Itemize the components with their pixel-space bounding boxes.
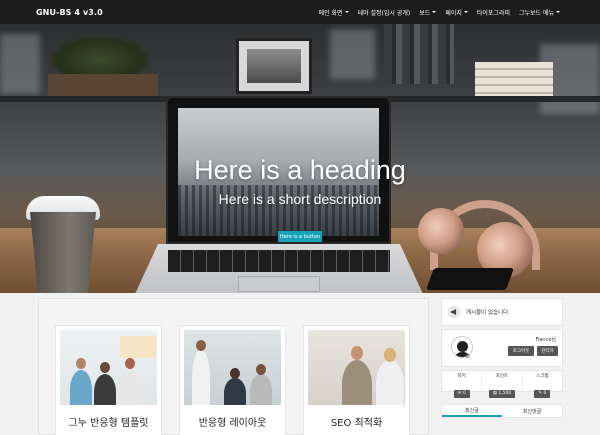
stat-value-text: 0 [543,391,547,396]
picture-frame [236,38,312,94]
brand-logo[interactable]: GNU-BS 4 v3.0 [36,8,103,17]
nav-item-label: 그누보드 메뉴 [518,9,554,17]
nav-item-typography[interactable]: 타이포그라피 [477,8,510,17]
person-figure [342,360,372,405]
notice-box: 게시물이 없습니다. [441,298,563,326]
stat-memo[interactable]: 쪽지 ✉ 0 [442,371,483,398]
stat-value-text: 1,500 [498,391,512,396]
card-title[interactable]: 반응형 레이아웃 [180,417,285,431]
card-image-team [60,330,157,405]
hero-description: Here is a short description [218,191,382,207]
plant-decoration [50,36,150,76]
window-light [0,34,40,94]
nav-menu: 메인 화면 테마 설정(임시 공개) 보드 페이지 타이포그라피 그누보드 메뉴 [319,0,560,24]
person-head [196,340,206,351]
person-figure [70,370,92,405]
person-figure [118,370,142,405]
stat-points[interactable]: 포인트 ▤ 1,500 [482,371,523,398]
member-stats: 쪽지 ✉ 0 포인트 ▤ 1,500 스크랩 ✎ 0 [441,370,563,398]
chevron-down-icon [432,11,437,13]
nav-item-gnuboard-menu[interactable]: 그누보드 메뉴 [519,8,560,17]
feature-section: 그누 반응형 템플릿 반응형 레이아웃 SEO 최적화 [38,298,429,435]
hero-carousel: Here is a heading Here is a short descri… [0,24,600,293]
stat-label: 포인트 [495,374,509,379]
hero-heading: Here is a heading [194,155,406,185]
feature-card[interactable]: 그누 반응형 템플릿 [55,325,162,435]
card-image-presenter [308,330,405,405]
nav-item-board[interactable]: 보드 [419,8,437,17]
megaphone-icon [448,306,460,318]
stat-label: 스크랩 [536,374,549,379]
person-figure [94,374,116,405]
latest-tabs: 최신글 최신댓글 [441,404,563,418]
stat-value: ✎ 0 [534,390,551,398]
person-head [100,362,110,373]
hero-button[interactable]: Here is a button [278,231,322,242]
shelf-box [48,74,158,96]
laptop-trackpad [238,276,320,292]
person-figure [192,350,210,405]
stat-value: ✉ 0 [453,390,470,398]
sidebar: 게시물이 없습니다. ⚙ Fiance님 로그아웃 관리자 쪽지 ✉ 0 포인트… [441,298,563,435]
paper-stack [475,62,553,98]
profile-box: ⚙ Fiance님 로그아웃 관리자 [441,329,563,367]
headphone-ear-left [418,208,464,254]
chevron-down-icon [344,11,349,13]
nav-item-label: 타이포그라피 [476,9,510,17]
nav-item-theme-settings[interactable]: 테마 설정(임시 공개) [358,8,411,17]
feature-card[interactable]: SEO 최적화 [303,325,410,435]
user-nickname: Fiance님 [535,337,556,343]
books-decoration [384,24,454,84]
top-navbar: GNU-BS 4 v3.0 메인 화면 테마 설정(임시 공개) 보드 페이지 … [0,0,600,24]
nav-item-label: 보드 [419,9,431,17]
window-light [330,29,375,79]
person-head [76,358,86,369]
nav-item-main[interactable]: 메인 화면 [319,8,349,17]
admin-button[interactable]: 관리자 [537,346,558,356]
stat-value: ▤ 1,500 [488,390,516,398]
chevron-down-icon [463,11,468,13]
logout-button[interactable]: 로그아웃 [508,346,534,356]
person-head [384,348,396,362]
card-title[interactable]: 그누 반응형 템플릿 [56,417,161,431]
smartphone [425,268,515,290]
person-figure [376,360,404,405]
nav-item-label: 메인 화면 [318,9,343,17]
nav-item-label: 테마 설정(임시 공개) [357,9,411,17]
coffee-cup [30,212,96,293]
person-figure [250,374,272,405]
sticky-notes [120,336,156,358]
person-figure [224,378,246,405]
card-title[interactable]: SEO 최적화 [304,417,409,431]
nav-item-label: 페이지 [445,9,462,17]
gear-icon[interactable]: ⚙ [465,353,470,360]
nav-item-pages[interactable]: 페이지 [445,8,468,17]
laptop-keyboard [168,250,390,272]
card-image-meeting [184,330,281,405]
tab-latest-posts[interactable]: 최신글 [442,405,502,417]
chevron-down-icon [556,11,560,13]
person-head [351,346,363,360]
tab-latest-comments[interactable]: 최신댓글 [502,405,562,417]
feature-card[interactable]: 반응형 레이아웃 [179,325,286,435]
person-head [125,358,135,369]
person-head [256,364,266,375]
stat-scrap[interactable]: 스크랩 ✎ 0 [523,371,562,398]
stat-label: 쪽지 [457,374,466,379]
stat-value-text: 0 [462,391,466,396]
person-head [230,368,240,379]
notice-text: 게시물이 없습니다. [466,310,510,316]
